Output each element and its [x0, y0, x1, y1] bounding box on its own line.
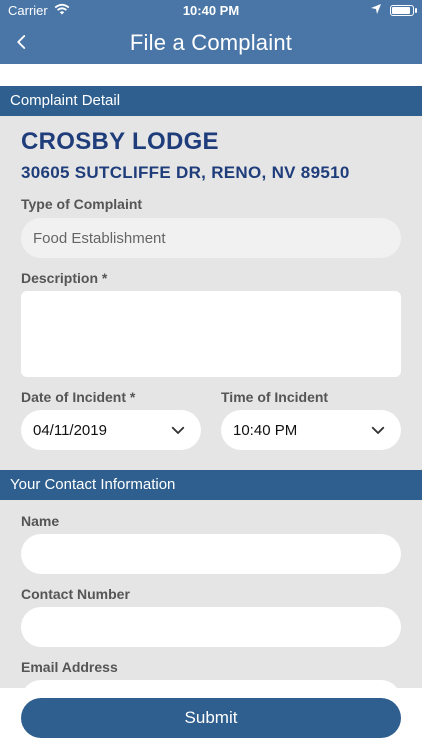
header-spacer [0, 64, 422, 86]
name-input[interactable] [21, 534, 401, 574]
date-value: 04/11/2019 [33, 421, 107, 439]
page-title: File a Complaint [129, 30, 293, 55]
establishment-address: 30605 SUTCLIFFE DR, RENO, NV 89510 [21, 163, 350, 182]
date-label: Date of Incident * [21, 389, 136, 405]
description-label: Description * [21, 270, 108, 286]
contact-number-label: Contact Number [21, 586, 130, 602]
screen: Carrier 10:40 PM File a Complaint Compla… [0, 0, 422, 750]
submit-button[interactable]: Submit [21, 698, 401, 738]
navigation-bar: File a Complaint [0, 22, 422, 64]
name-label: Name [21, 513, 60, 529]
status-time: 10:40 PM [182, 3, 240, 18]
type-label: Type of Complaint [21, 196, 143, 212]
location-arrow-icon [370, 3, 382, 18]
email-label: Email Address [21, 659, 118, 675]
complaint-type-field[interactable]: Food Establishment [21, 218, 401, 258]
complaint-type-value: Food Establishment [33, 229, 166, 247]
status-bar: Carrier 10:40 PM [0, 0, 422, 22]
establishment-name: CROSBY LODGE [21, 128, 219, 155]
description-textarea[interactable] [21, 291, 401, 377]
section-header-complaint: Complaint Detail [0, 86, 422, 116]
app-header: Carrier 10:40 PM File a Complaint [0, 0, 422, 64]
time-value: 10:40 PM [233, 421, 298, 439]
time-select[interactable]: 10:40 PM [221, 410, 401, 450]
battery-icon [390, 5, 417, 16]
time-label: Time of Incident [221, 389, 329, 405]
section-header-contact: Your Contact Information [0, 470, 422, 500]
battery-fill [392, 7, 410, 14]
status-right [370, 3, 417, 18]
chevron-down-icon [171, 426, 185, 434]
chevron-down-icon [371, 426, 385, 434]
date-select[interactable]: 04/11/2019 [21, 410, 201, 450]
contact-number-input[interactable] [21, 607, 401, 647]
